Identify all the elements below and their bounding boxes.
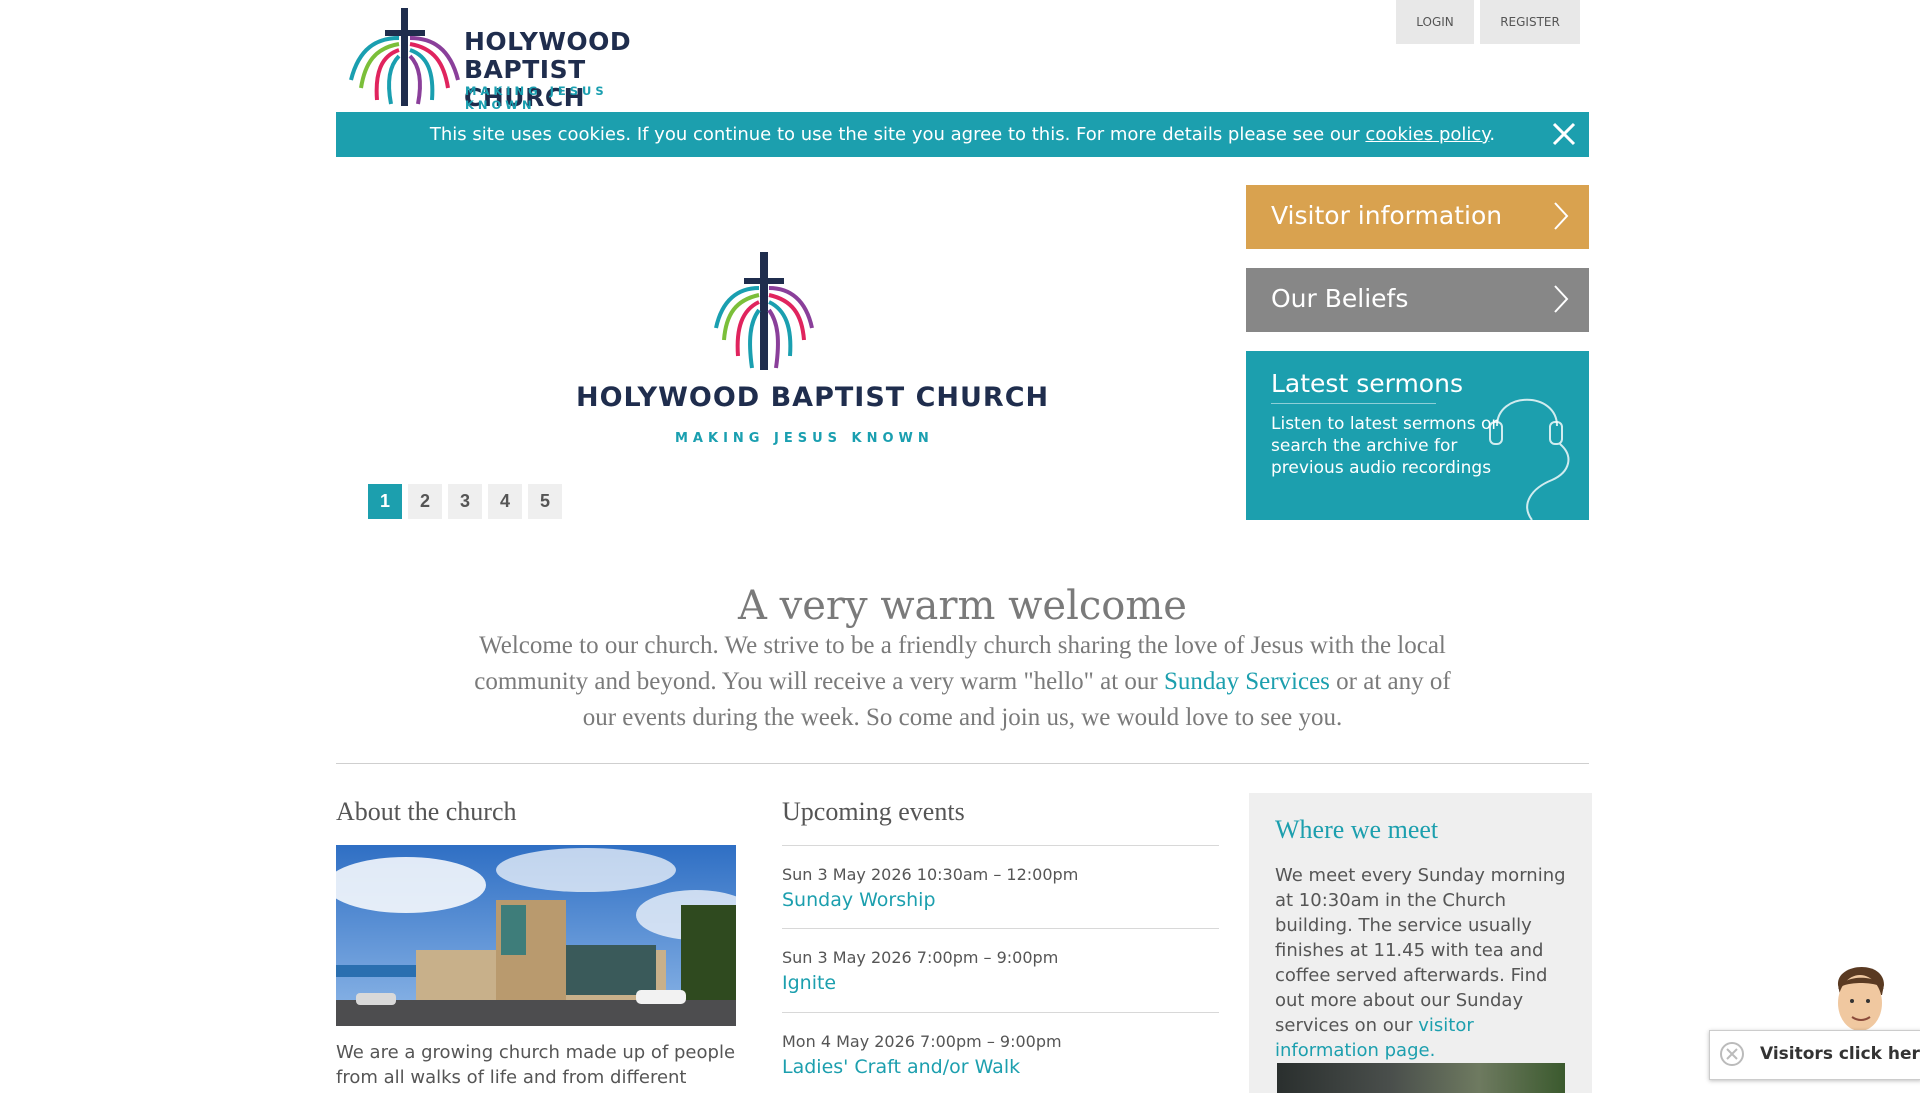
our-beliefs-button[interactable]: Our Beliefs [1246,268,1589,332]
latest-sermons-description: Listen to latest sermons or search the a… [1271,414,1499,478]
events-heading: Upcoming events [782,797,965,826]
our-beliefs-label: Our Beliefs [1271,284,1409,313]
login-button[interactable]: LOGIN [1396,0,1474,44]
logo-tagline: MAKING JESUS KNOWN [465,84,608,112]
latest-sermons-panel[interactable]: Latest sermons Listen to latest sermons … [1246,351,1589,520]
event-time: Mon 4 May 2026 7:00pm – 9:00pm [782,1032,1062,1051]
event-link[interactable]: Ladies' Craft and/or Walk [782,1056,1020,1078]
visitor-information-button[interactable]: Visitor information [1246,185,1589,249]
cookies-policy-link[interactable]: cookies policy [1365,124,1489,145]
about-text: We are a growing church made up of peopl… [336,1042,736,1088]
divider [1271,403,1436,404]
close-circle-icon[interactable] [1719,1041,1745,1067]
visitors-widget-button[interactable]: Visitors click here. [1709,1030,1920,1080]
slideshow-image: HOLYWOOD BAPTIST CHURCH MAKING JESUS KNO… [570,252,1048,452]
cookie-text: This site uses cookies. If you continue … [429,124,1496,145]
where-we-meet-text: We meet every Sunday morning at 10:30am … [1275,865,1566,1061]
slide-page-3[interactable]: 3 [448,484,482,519]
welcome-heading: A very warm welcome [738,583,1187,629]
event-item: Sun 3 May 2026 7:00pm – 9:00pm Ignite [782,928,1219,1012]
register-button[interactable]: REGISTER [1480,0,1580,44]
site-logo[interactable]: HOLYWOOD BAPTIST CHURCH MAKING JESUS KNO… [347,8,657,112]
event-item: Mon 4 May 2026 7:00pm – 9:00pm Ladies' C… [782,1012,1219,1081]
cross-ribbons-logo-icon [349,8,460,106]
slide-tagline: MAKING JESUS KNOWN [675,431,934,446]
slide-page-4[interactable]: 4 [488,484,522,519]
sunday-services-link[interactable]: Sunday Services [1164,668,1330,695]
slide-page-5[interactable]: 5 [528,484,562,519]
meeting-photo [1277,1063,1565,1093]
visitors-widget-label: Visitors click here. [1760,1044,1920,1064]
headphones-icon [1489,398,1570,520]
slide-page-1[interactable]: 1 [368,484,402,519]
church-photo[interactable] [336,845,736,1026]
divider [336,763,1589,764]
latest-sermons-title: Latest sermons [1271,369,1463,398]
slide-title: HOLYWOOD BAPTIST CHURCH [576,382,1050,413]
event-link[interactable]: Sunday Worship [782,889,936,911]
chevron-right-icon [1554,285,1569,313]
cross-ribbons-logo-icon [714,252,814,370]
cookie-banner: This site uses cookies. If you continue … [336,112,1589,157]
event-time: Sun 3 May 2026 7:00pm – 9:00pm [782,948,1059,967]
event-time: Sun 3 May 2026 10:30am – 12:00pm [782,865,1079,884]
visitor-information-label: Visitor information [1271,201,1503,230]
about-heading: About the church [336,797,517,826]
slide-page-2[interactable]: 2 [408,484,442,519]
where-we-meet-panel: Where we meet We meet every Sunday morni… [1249,793,1592,1093]
chevron-right-icon [1554,202,1569,230]
welcome-text: Welcome to our church. We strive to be a… [474,632,1451,731]
close-icon[interactable] [1549,119,1579,149]
event-link[interactable]: Ignite [782,972,836,994]
where-we-meet-heading: Where we meet [1275,815,1439,844]
event-item: Sun 3 May 2026 10:30am – 12:00pm Sunday … [782,845,1219,929]
